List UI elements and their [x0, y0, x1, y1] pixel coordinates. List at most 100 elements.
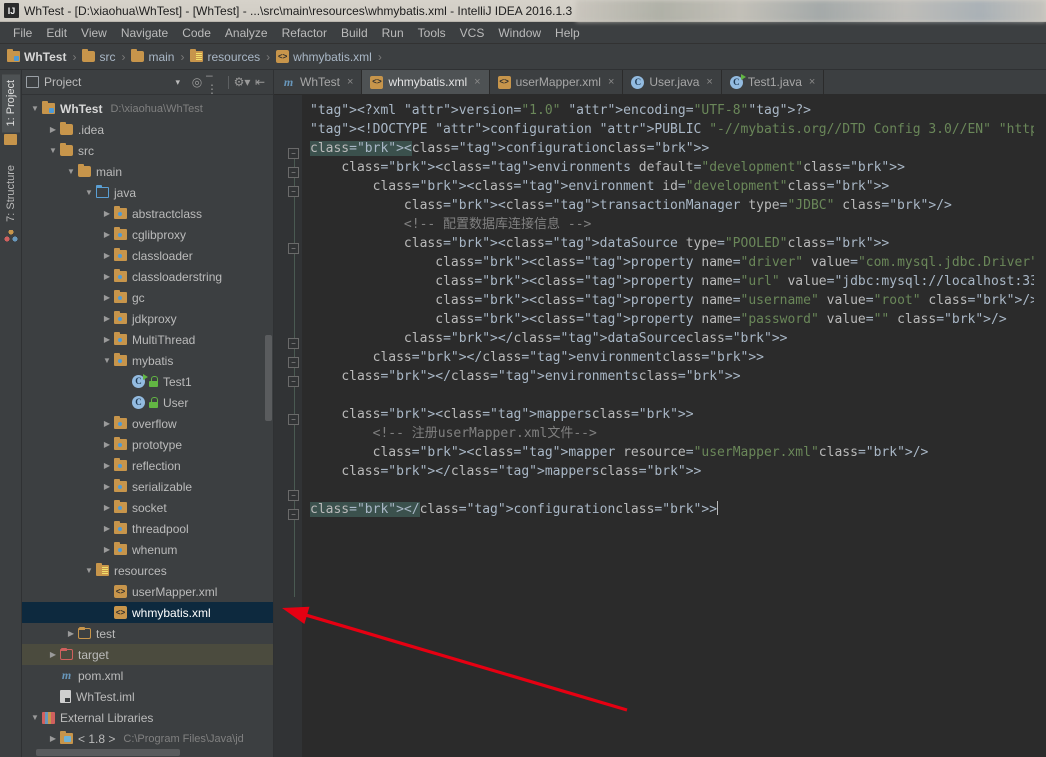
- tree-item-main[interactable]: ▼ main: [22, 161, 273, 182]
- chevron-down-icon[interactable]: ▼: [100, 356, 114, 365]
- editor-content[interactable]: − − − − − − − − − − "tag"><?xml "attr">v…: [274, 95, 1046, 757]
- locate-icon[interactable]: ◎: [188, 73, 206, 91]
- close-icon[interactable]: ×: [474, 76, 480, 88]
- tree-item-prototype[interactable]: ▶ prototype: [22, 434, 273, 455]
- menu-file[interactable]: File: [6, 24, 39, 42]
- chevron-down-icon[interactable]: ▼: [28, 104, 42, 113]
- menu-analyze[interactable]: Analyze: [218, 24, 275, 42]
- chevron-right-icon[interactable]: ▶: [100, 524, 114, 533]
- menu-navigate[interactable]: Navigate: [114, 24, 175, 42]
- chevron-down-icon[interactable]: ▾: [175, 77, 180, 88]
- breadcrumb-item-main[interactable]: main: [131, 49, 174, 64]
- tree-item-test1[interactable]: C Test1: [22, 371, 273, 392]
- scrollbar-thumb[interactable]: [36, 749, 180, 756]
- menu-vcs[interactable]: VCS: [453, 24, 492, 42]
- hide-panel-icon[interactable]: ⇤: [251, 73, 269, 91]
- tree-item-multithread[interactable]: ▶ MultiThread: [22, 329, 273, 350]
- menu-code[interactable]: Code: [175, 24, 218, 42]
- tree-item-jdkproxy[interactable]: ▶ jdkproxy: [22, 308, 273, 329]
- tree-item-classloader[interactable]: ▶ classloader: [22, 245, 273, 266]
- tree-item-resources[interactable]: ▼ resources: [22, 560, 273, 581]
- breadcrumb-item-whtest[interactable]: WhTest: [7, 49, 66, 64]
- editor-tab-usermapper-xml[interactable]: <> userMapper.xml ×: [490, 70, 624, 94]
- collapse-all-icon[interactable]: ‒⋮: [206, 68, 224, 96]
- menu-view[interactable]: View: [74, 24, 114, 42]
- chevron-down-icon[interactable]: ▼: [82, 566, 96, 575]
- chevron-right-icon[interactable]: ▶: [100, 230, 114, 239]
- breadcrumb-item-src[interactable]: src: [82, 49, 115, 64]
- tree-item-usermapper-xml[interactable]: <> userMapper.xml: [22, 581, 273, 602]
- tree-item-serializable[interactable]: ▶ serializable: [22, 476, 273, 497]
- tree-item-threadpool[interactable]: ▶ threadpool: [22, 518, 273, 539]
- fold-marker[interactable]: −: [288, 243, 299, 254]
- menu-run[interactable]: Run: [375, 24, 411, 42]
- chevron-right-icon[interactable]: ▶: [100, 251, 114, 260]
- project-tree-horizontal-scrollbar[interactable]: [22, 748, 273, 757]
- chevron-right-icon[interactable]: ▶: [100, 314, 114, 323]
- chevron-right-icon[interactable]: ▶: [46, 734, 60, 743]
- editor-tab-whmybatis-xml[interactable]: <> whmybatis.xml ×: [362, 70, 490, 94]
- menu-refactor[interactable]: Refactor: [275, 24, 334, 42]
- close-icon[interactable]: ×: [608, 76, 614, 88]
- tree-item-java[interactable]: ▼ java: [22, 182, 273, 203]
- fold-marker[interactable]: −: [288, 509, 299, 520]
- chevron-down-icon[interactable]: ▼: [28, 713, 42, 722]
- tree-item-mybatis[interactable]: ▼ mybatis: [22, 350, 273, 371]
- tree-item-idea[interactable]: ▶ .idea: [22, 119, 273, 140]
- close-icon[interactable]: ×: [347, 76, 353, 88]
- chevron-right-icon[interactable]: ▶: [100, 335, 114, 344]
- close-icon[interactable]: ×: [706, 76, 712, 88]
- fold-marker[interactable]: −: [288, 414, 299, 425]
- fold-marker[interactable]: −: [288, 490, 299, 501]
- code-text[interactable]: "tag"><?xml "attr">version="1.0" "attr">…: [302, 95, 1034, 757]
- tree-item-cglibproxy[interactable]: ▶ cglibproxy: [22, 224, 273, 245]
- fold-marker[interactable]: −: [288, 186, 299, 197]
- tree-item-reflection[interactable]: ▶ reflection: [22, 455, 273, 476]
- project-tree-vertical-scrollbar[interactable]: [265, 335, 272, 421]
- editor-tab-test1-java[interactable]: C Test1.java ×: [722, 70, 825, 94]
- tree-item-external-libraries[interactable]: ▼ External Libraries: [22, 707, 273, 728]
- editor-tab-user-java[interactable]: C User.java ×: [623, 70, 722, 94]
- tree-item-pom-xml[interactable]: m pom.xml: [22, 665, 273, 686]
- tree-item-test[interactable]: ▶ test: [22, 623, 273, 644]
- tree-item-whtest[interactable]: ▼ WhTest D:\xiaohua\WhTest: [22, 98, 273, 119]
- project-tree[interactable]: ▼ WhTest D:\xiaohua\WhTest ▶ .idea ▼ src ▼ main ▼…: [22, 95, 273, 748]
- chevron-right-icon[interactable]: ▶: [100, 482, 114, 491]
- menu-build[interactable]: Build: [334, 24, 375, 42]
- editor-tab-whtest[interactable]: m WhTest ×: [274, 70, 363, 94]
- chevron-right-icon[interactable]: ▶: [46, 125, 60, 134]
- breadcrumb-item-resources[interactable]: resources: [190, 49, 260, 64]
- tree-item-whmybatis-xml[interactable]: <> whmybatis.xml: [22, 602, 273, 623]
- tree-item-classloaderstring[interactable]: ▶ classloaderstring: [22, 266, 273, 287]
- settings-gear-icon[interactable]: ⚙▾: [233, 73, 251, 91]
- fold-marker[interactable]: −: [288, 357, 299, 368]
- fold-marker[interactable]: −: [288, 167, 299, 178]
- tree-item-abstractclass[interactable]: ▶ abstractclass: [22, 203, 273, 224]
- tree-item-socket[interactable]: ▶ socket: [22, 497, 273, 518]
- tree-item-whtest-iml[interactable]: WhTest.iml: [22, 686, 273, 707]
- chevron-right-icon[interactable]: ▶: [100, 461, 114, 470]
- chevron-down-icon[interactable]: ▼: [82, 188, 96, 197]
- menu-window[interactable]: Window: [491, 24, 548, 42]
- chevron-down-icon[interactable]: ▼: [46, 146, 60, 155]
- tree-item-whenum[interactable]: ▶ whenum: [22, 539, 273, 560]
- chevron-right-icon[interactable]: ▶: [100, 419, 114, 428]
- menu-help[interactable]: Help: [548, 24, 587, 42]
- tree-item-gc[interactable]: ▶ gc: [22, 287, 273, 308]
- chevron-down-icon[interactable]: ▼: [64, 167, 78, 176]
- chevron-right-icon[interactable]: ▶: [100, 545, 114, 554]
- tree-item-overflow[interactable]: ▶ overflow: [22, 413, 273, 434]
- tree-item-src[interactable]: ▼ src: [22, 140, 273, 161]
- close-icon[interactable]: ×: [809, 76, 815, 88]
- fold-marker[interactable]: −: [288, 376, 299, 387]
- chevron-right-icon[interactable]: ▶: [100, 293, 114, 302]
- tool-tab-structure[interactable]: 7: Structure: [2, 159, 20, 228]
- fold-marker[interactable]: −: [288, 148, 299, 159]
- menu-tools[interactable]: Tools: [411, 24, 453, 42]
- fold-marker[interactable]: −: [288, 338, 299, 349]
- chevron-right-icon[interactable]: ▶: [46, 650, 60, 659]
- chevron-right-icon[interactable]: ▶: [100, 440, 114, 449]
- tree-item-target[interactable]: ▶ target: [22, 644, 273, 665]
- tree-item-user[interactable]: C User: [22, 392, 273, 413]
- breadcrumb-item-whmybatis-xml[interactable]: <> whmybatis.xml: [276, 50, 372, 64]
